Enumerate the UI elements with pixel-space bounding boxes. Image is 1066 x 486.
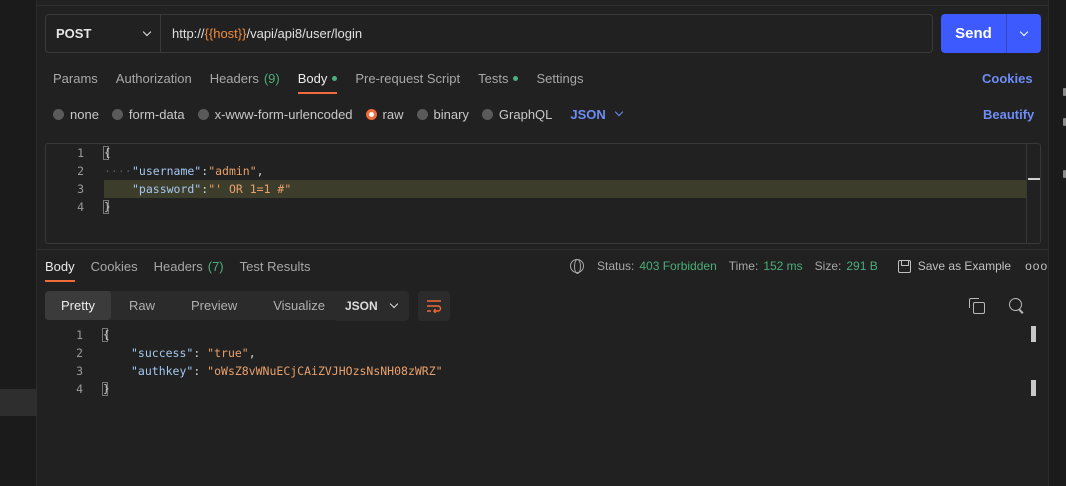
beautify-link[interactable]: Beautify [983, 107, 1034, 122]
sidebar-selected-item[interactable] [0, 389, 37, 416]
body-format-select[interactable]: JSON [570, 107, 624, 122]
code-line: 4 } [76, 382, 110, 396]
status-value[interactable]: 403 Forbidden [639, 259, 716, 273]
tab-response-headers[interactable]: Headers (7) [154, 257, 224, 275]
tab-response-body[interactable]: Body [45, 257, 75, 282]
more-options-icon[interactable]: ooo [1025, 259, 1048, 273]
save-as-example-button[interactable]: Save as Example [897, 259, 1011, 273]
tab-headers[interactable]: Headers (9) [210, 68, 280, 88]
code-line: 2 "success": "true", [76, 346, 256, 360]
time-value[interactable]: 152 ms [763, 259, 802, 273]
response-tabs: Body Cookies Headers (7) Test Results [45, 257, 326, 282]
search-icon[interactable] [1009, 298, 1025, 314]
url-bar: POST http://{{host}}/vapi/api8/user/logi… [45, 14, 933, 53]
url-variable: {{host}} [204, 26, 247, 41]
body-dot-indicator [332, 75, 338, 81]
view-pretty[interactable]: Pretty [45, 291, 111, 320]
tab-authorization[interactable]: Authorization [116, 68, 192, 88]
tab-params[interactable]: Params [53, 68, 98, 88]
radio-graphql[interactable]: GraphQL [481, 107, 552, 122]
send-button-group: Send [941, 14, 1041, 53]
radio-raw[interactable]: raw [365, 107, 404, 122]
request-body-editor[interactable]: 1 { 2 ···· "username":"admin", 3 "passwo… [45, 143, 1041, 244]
wrap-icon [427, 300, 442, 313]
method-label: POST [56, 26, 92, 41]
radio-form-data[interactable]: form-data [111, 107, 185, 122]
view-raw[interactable]: Raw [111, 291, 173, 320]
tab-response-cookies[interactable]: Cookies [91, 257, 138, 275]
send-button[interactable]: Send [941, 14, 1007, 53]
globe-icon[interactable] [570, 259, 584, 274]
tab-body[interactable]: Body [297, 68, 338, 94]
radio-x-www-form-urlencoded[interactable]: x-www-form-urlencoded [197, 107, 353, 122]
request-tabs: Params Authorization Headers (9) Body Pre… [53, 68, 601, 94]
code-line: 1 { [77, 146, 111, 160]
response-scrollbar-mark[interactable] [1031, 326, 1036, 342]
chevron-down-icon [1019, 27, 1029, 36]
method-select[interactable]: POST [46, 15, 161, 52]
response-headers-count: (7) [207, 258, 224, 274]
send-options-button[interactable] [1007, 14, 1041, 53]
editor-scrollbar[interactable] [1026, 144, 1040, 243]
view-preview[interactable]: Preview [173, 291, 255, 320]
url-input[interactable]: http://{{host}}/vapi/api8/user/login [161, 15, 932, 52]
code-line: 1 { [76, 328, 110, 342]
copy-icon[interactable] [969, 298, 985, 314]
code-line: 2 ···· "username":"admin", [77, 164, 264, 178]
response-scrollbar-mark[interactable] [1031, 380, 1036, 396]
size-value[interactable]: 291 B [846, 259, 877, 273]
radio-none[interactable]: none [53, 107, 99, 122]
tab-pre-request-script[interactable]: Pre-request Script [355, 68, 460, 88]
response-format-select[interactable]: JSON [334, 291, 409, 321]
left-sidebar [0, 0, 37, 486]
tab-tests[interactable]: Tests [478, 68, 519, 88]
response-body-viewer[interactable]: 1 { 2 "success": "true", 3 "authkey": "o… [45, 326, 1041, 486]
tests-dot-indicator [513, 75, 519, 81]
cookies-link[interactable]: Cookies [982, 71, 1033, 86]
radio-binary[interactable]: binary [416, 107, 469, 122]
view-visualize[interactable]: Visualize [255, 291, 343, 320]
code-line: 3 "authkey": "oWsZ8vWNuECjCAiZVJHOzsNsNH… [76, 364, 443, 378]
code-line: 3 "password":"' OR 1=1 #" [77, 182, 292, 196]
headers-count: (9) [263, 70, 280, 86]
chevron-down-icon [614, 107, 624, 117]
right-sidebar [1048, 0, 1066, 486]
code-line: 4 } [77, 200, 111, 214]
save-icon [897, 259, 911, 273]
tab-test-results[interactable]: Test Results [240, 257, 311, 275]
wrap-lines-button[interactable] [418, 291, 450, 321]
body-type-selector: none form-data x-www-form-urlencoded raw… [53, 105, 624, 123]
chevron-down-icon [389, 299, 399, 309]
response-status-bar: Status: 403 Forbidden Time: 152 ms Size: 29… [570, 257, 1048, 275]
chevron-down-icon [142, 27, 152, 36]
view-mode-switch: Pretty Raw Preview Visualize [45, 291, 344, 320]
tab-settings[interactable]: Settings [536, 68, 583, 88]
